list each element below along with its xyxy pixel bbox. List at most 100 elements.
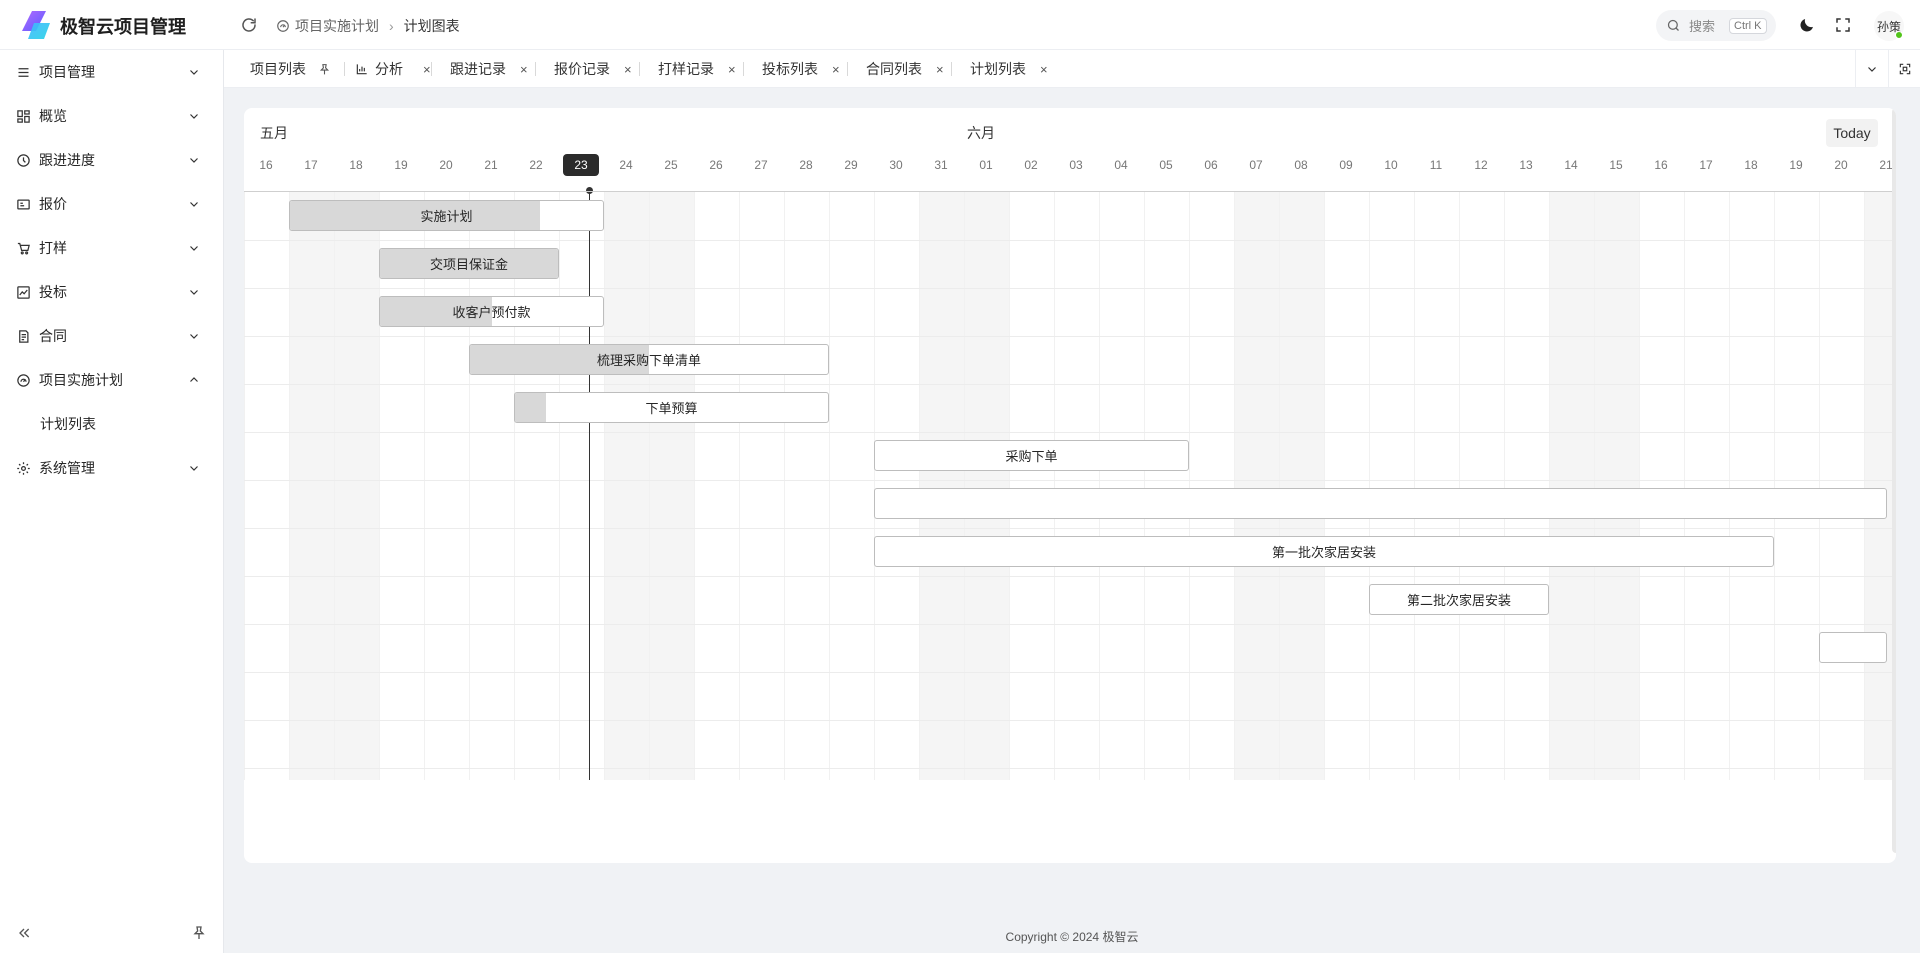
gauge-icon [277, 20, 289, 32]
day-label: 17 [1699, 158, 1713, 172]
task-bar[interactable]: 实施计划 [289, 200, 604, 231]
sidebar-item-follow-progress[interactable]: 跟进进度 [0, 138, 224, 182]
pin-icon[interactable] [191, 925, 207, 941]
app-title: 极智云项目管理 [60, 17, 186, 37]
close-icon[interactable]: × [423, 62, 431, 77]
day-label: 17 [304, 158, 318, 172]
sidebar-item-bidding[interactable]: 投标 [0, 270, 224, 314]
sidebar-item-label: 项目实施计划 [39, 372, 123, 388]
collapse-sidebar-icon[interactable] [16, 925, 32, 941]
grid-column-line [469, 192, 470, 780]
today-marker-line [589, 190, 590, 780]
fullscreen-icon[interactable] [1834, 16, 1852, 34]
search-box[interactable]: 搜索 Ctrl K [1656, 10, 1776, 41]
grid-column-line [424, 192, 425, 780]
online-status-dot [1895, 31, 1903, 39]
grid-column-line [1594, 192, 1595, 780]
grid-column-line [1324, 192, 1325, 780]
grid-column-line [514, 192, 515, 780]
chevron-down-icon [190, 158, 198, 163]
sidebar-item-quote[interactable]: 报价 [0, 182, 224, 226]
vertical-scrollbar[interactable] [1892, 108, 1896, 853]
grid-column-line [334, 192, 335, 780]
sidebar-item-overview[interactable]: 概览 [0, 94, 224, 138]
sidebar-item-system-management[interactable]: 系统管理 [0, 446, 224, 490]
tab-divider [344, 62, 345, 76]
task-label: 采购下单 [1005, 449, 1058, 464]
tab-label: 打样记录 [658, 61, 714, 77]
gantt-header-divider [244, 191, 1892, 192]
day-label: 25 [664, 158, 678, 172]
task-bar[interactable]: 梳理采购下单清单 [469, 344, 829, 375]
task-bar[interactable]: 第一批次家居安装 [874, 536, 1774, 567]
tab-bidding-list[interactable]: 投标列表 × [762, 50, 840, 88]
day-label: 21 [484, 158, 498, 172]
user-avatar[interactable]: 孙策 [1874, 11, 1904, 41]
gear-icon [17, 461, 30, 475]
tabs-dropdown-button[interactable] [1855, 50, 1888, 88]
sidebar-item-label: 概览 [39, 108, 67, 124]
sidebar-item-contract[interactable]: 合同 [0, 314, 224, 358]
tabs-maximize-button[interactable] [1888, 50, 1920, 88]
grid-row-line [244, 336, 1892, 337]
gantt-month-label: 五月 [260, 125, 288, 141]
close-icon[interactable]: × [832, 62, 840, 77]
pin-icon[interactable] [318, 63, 331, 76]
dark-mode-icon[interactable] [1798, 16, 1816, 34]
grid-column-line [784, 192, 785, 780]
day-label: 29 [844, 158, 858, 172]
task-bar[interactable]: 采购下单 [874, 440, 1189, 471]
task-bar[interactable] [874, 488, 1887, 519]
task-bar[interactable]: 下单预算 [514, 392, 829, 423]
grid-column-line [1009, 192, 1010, 780]
day-label: 02 [1024, 158, 1038, 172]
sidebar-item-implementation-plan[interactable]: 项目实施计划 [0, 358, 224, 402]
breadcrumb-parent[interactable]: 项目实施计划 [295, 16, 379, 36]
task-bar[interactable]: 收客户预付款 [379, 296, 604, 327]
tab-quote-records[interactable]: 报价记录 × [554, 50, 632, 88]
close-icon[interactable]: × [624, 62, 632, 77]
grid-column-line [559, 192, 560, 780]
task-bar[interactable]: 第二批次家居安装 [1369, 584, 1549, 615]
tab-plan-list[interactable]: 计划列表 × [970, 50, 1048, 88]
tab-bar: 项目列表 分析 × 跟进记录 × 报价记录 × 打样记录 × 投标列表 × 合同… [224, 50, 1920, 88]
today-button[interactable]: Today [1826, 119, 1878, 147]
day-label: 24 [619, 158, 633, 172]
tab-sample-records[interactable]: 打样记录 × [658, 50, 736, 88]
day-label: 12 [1474, 158, 1488, 172]
day-label: 16 [1654, 158, 1668, 172]
tab-analysis[interactable]: 分析 × [355, 50, 431, 88]
close-icon[interactable]: × [728, 62, 736, 77]
grid-column-line [1369, 192, 1370, 780]
tab-contract-list[interactable]: 合同列表 × [866, 50, 944, 88]
sidebar-item-sampling[interactable]: 打样 [0, 226, 224, 270]
refresh-icon[interactable] [240, 16, 258, 34]
day-label: 05 [1159, 158, 1173, 172]
close-icon[interactable]: × [936, 62, 944, 77]
grid-row-line [244, 624, 1892, 625]
grid-column-line [874, 192, 875, 780]
grid-row-line [244, 480, 1892, 481]
sidebar-item-project-management[interactable]: 项目管理 [0, 50, 224, 94]
day-label: 20 [439, 158, 453, 172]
grid-column-line [694, 192, 695, 780]
task-bar[interactable]: 交项目保证金 [379, 248, 559, 279]
sidebar-subitem-plan-list[interactable]: 计划列表 [0, 402, 224, 446]
app-logo [22, 11, 50, 39]
day-label-today: 23 [563, 154, 599, 176]
grid-column-line [289, 192, 290, 780]
contract-icon [19, 329, 29, 343]
day-label: 27 [754, 158, 768, 172]
breadcrumb: 项目实施计划 › 计划图表 [276, 16, 460, 36]
tab-project-list[interactable]: 项目列表 [250, 50, 331, 88]
day-label: 18 [1744, 158, 1758, 172]
search-placeholder: 搜索 [1689, 19, 1716, 34]
grid-column-line [919, 192, 920, 780]
close-icon[interactable]: × [1040, 62, 1048, 77]
grid-row-line [244, 768, 1892, 769]
tab-follow-records[interactable]: 跟进记录 × [450, 50, 528, 88]
chart-image-icon [17, 285, 30, 299]
task-bar[interactable] [1819, 632, 1887, 663]
close-icon[interactable]: × [520, 62, 528, 77]
grid-column-line [1144, 192, 1145, 780]
